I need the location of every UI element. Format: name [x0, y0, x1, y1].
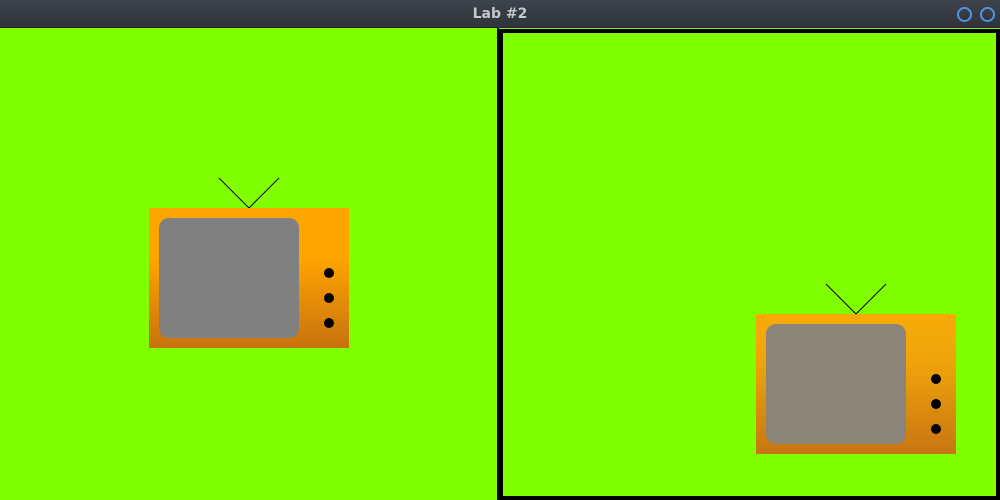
window-button-circle-icon[interactable] — [980, 7, 995, 22]
tv-screen — [159, 218, 299, 338]
tv-antenna-icon — [218, 177, 280, 209]
title-bar[interactable]: Lab #2 — [0, 0, 1000, 28]
tv-icon — [756, 283, 956, 454]
left-viewport — [0, 28, 497, 500]
tv-body — [149, 208, 349, 348]
tv-knob-icon — [931, 399, 941, 409]
tv-knob-icon — [931, 424, 941, 434]
tv-icon — [149, 177, 349, 348]
tv-knob-icon — [324, 318, 334, 328]
tv-body — [756, 314, 956, 454]
window-button-circle-icon[interactable] — [957, 7, 972, 22]
right-viewport — [499, 29, 1000, 500]
tv-knob-icon — [931, 374, 941, 384]
window-title: Lab #2 — [472, 6, 528, 22]
tv-antenna-icon — [825, 283, 887, 315]
app-window: Lab #2 — [0, 0, 1000, 500]
tv-knob-icon — [324, 268, 334, 278]
tv-knob-icon — [324, 293, 334, 303]
tv-screen — [766, 324, 906, 444]
